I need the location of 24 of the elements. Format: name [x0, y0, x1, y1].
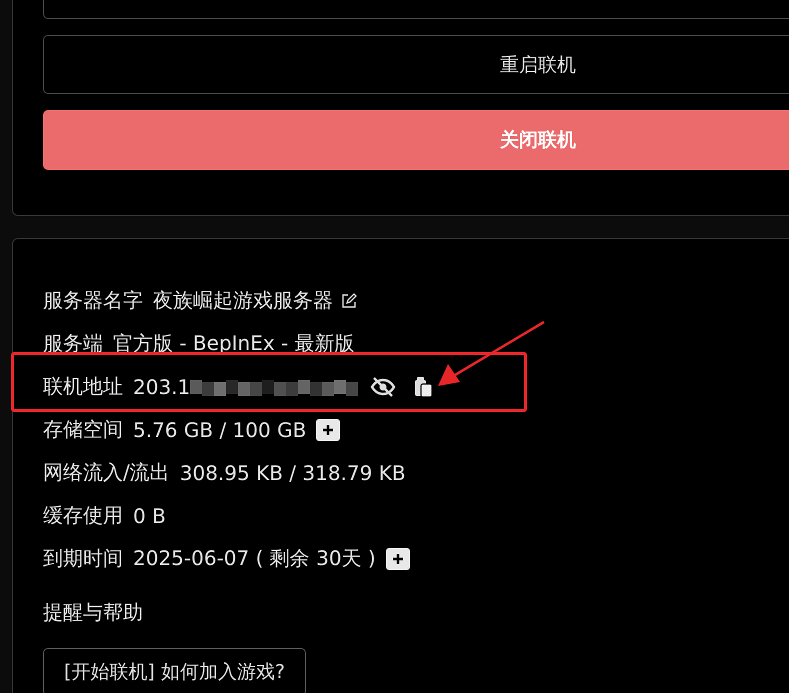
info-label: 存储空间 [43, 416, 123, 443]
plus-icon [322, 424, 334, 436]
info-value: 308.95 KB / 318.79 KB [180, 460, 406, 484]
restart-button[interactable]: 重启联机 [43, 35, 789, 94]
plus-icon [392, 552, 404, 564]
info-label: 缓存使用 [43, 502, 123, 529]
info-value: 2025-06-07 ( 剩余 30天 ) [133, 545, 376, 572]
eye-off-icon[interactable] [370, 376, 396, 398]
info-label: 到期时间 [43, 545, 123, 572]
info-label: 网络流入/流出 [43, 459, 170, 486]
info-value: 夜族崛起游戏服务器 [153, 287, 333, 314]
clipboard-icon[interactable] [414, 376, 434, 398]
edit-icon[interactable] [341, 292, 357, 308]
info-label: 服务端 [43, 330, 103, 357]
help-button[interactable]: [开始联机] 如何加入游戏? [43, 648, 306, 693]
info-value: 203.1 [133, 374, 190, 398]
info-value: 0 B [133, 504, 166, 528]
info-label: 服务器名字 [43, 287, 143, 314]
info-value: 官方版 - BepInEx - 最新版 [113, 330, 355, 357]
add-button[interactable] [316, 418, 340, 440]
info-value: 5.76 GB / 100 GB [133, 418, 306, 442]
info-label: 联机地址 [43, 373, 123, 400]
add-button[interactable] [386, 548, 410, 570]
section-title: 提醒与帮助 [43, 598, 144, 626]
